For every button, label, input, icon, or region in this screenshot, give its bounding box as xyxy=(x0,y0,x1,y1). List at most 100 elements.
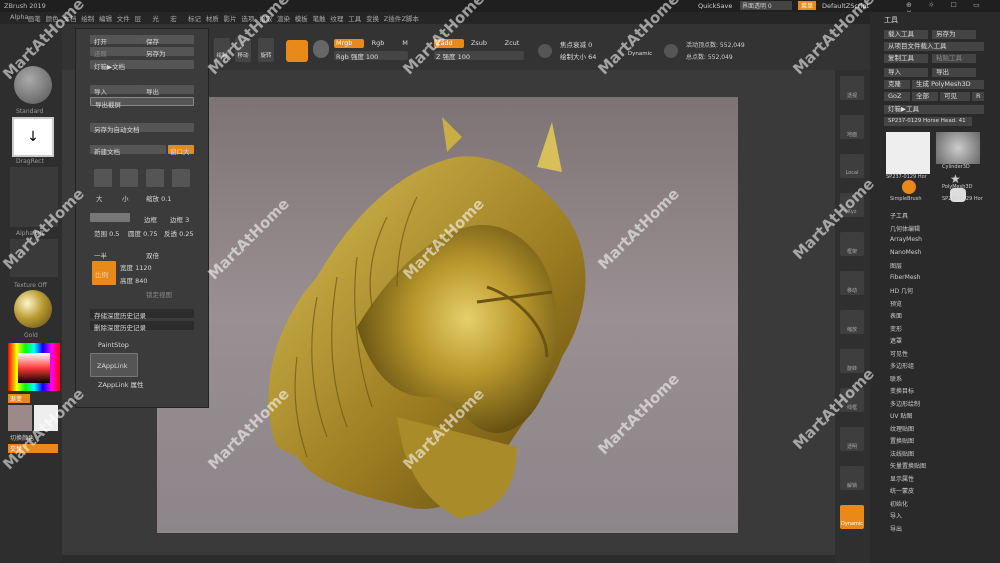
shelf-button[interactable]: Dynamic xyxy=(840,505,864,529)
big-button[interactable]: 大 xyxy=(96,193,103,203)
menu-item[interactable]: 光 xyxy=(152,13,159,23)
m-button[interactable]: M xyxy=(399,39,411,48)
save-as-auto-button[interactable]: 另存为自动文档 xyxy=(90,123,194,134)
gradient-button[interactable]: 渐变 xyxy=(8,394,30,403)
switch-color-button[interactable]: 切换颜色 xyxy=(10,433,34,442)
shelf-button[interactable]: 线框 xyxy=(840,388,864,412)
range-slider[interactable]: 范围 0.5 xyxy=(94,228,119,238)
tool-section-item[interactable]: HD 几何 xyxy=(890,286,913,295)
menu-item[interactable]: 模板 xyxy=(295,13,308,23)
tool-section-item[interactable]: ArrayMesh xyxy=(890,236,922,243)
export-screen-button[interactable]: 导出截屏 xyxy=(90,97,194,109)
delete-depth-history-button[interactable]: 删除深度历史记录 xyxy=(90,321,194,332)
half-button[interactable]: 一半 xyxy=(94,250,107,260)
gold-material-icon[interactable] xyxy=(14,290,52,328)
zcut-button[interactable]: Zcut xyxy=(500,39,524,48)
border-slider[interactable]: 边框 3 xyxy=(170,214,189,224)
contrast-label[interactable]: 边框 xyxy=(144,214,157,224)
lock-view-button[interactable]: 锁定视图 xyxy=(146,289,172,299)
make-polymesh-button[interactable]: 生成 PolyMesh3D xyxy=(912,80,984,89)
lightbox-tool-button[interactable]: 灯箱▶工具 xyxy=(884,105,984,114)
zadd-button[interactable]: Zadd xyxy=(434,39,464,48)
export-tool-button[interactable]: 导出 xyxy=(932,68,976,77)
double-button[interactable]: 双倍 xyxy=(146,250,159,260)
material-sphere-icon[interactable] xyxy=(286,40,308,62)
secondary-color-swatch[interactable] xyxy=(34,405,58,431)
subtool-thumb-horse[interactable] xyxy=(886,132,930,174)
focal-shift-slider[interactable]: 焦点衰减 0 xyxy=(558,39,618,49)
zoom-icon[interactable] xyxy=(146,169,164,187)
tool-section-item[interactable]: 法线贴图 xyxy=(890,449,914,458)
script-name[interactable]: DefaultZScript xyxy=(822,2,869,10)
menu-item[interactable]: 文件 xyxy=(117,13,130,23)
shelf-button[interactable]: 框架 xyxy=(840,232,864,256)
document-canvas[interactable] xyxy=(157,97,738,533)
save-tool-as-button[interactable]: 另存为 xyxy=(932,30,976,39)
small-button[interactable]: 小 xyxy=(122,193,129,203)
zoom-slider[interactable]: 缩放 0.1 xyxy=(146,193,171,203)
menu-item[interactable]: Z脚本 xyxy=(402,13,419,23)
shelf-button[interactable]: Xyz xyxy=(840,193,864,217)
standard-brush-icon[interactable] xyxy=(14,66,52,104)
z-intensity-slider[interactable]: Z 强度 100 xyxy=(434,51,524,61)
menu-item[interactable]: 编辑 xyxy=(99,13,112,23)
menu-item[interactable]: 选项 xyxy=(241,13,254,23)
menu-item[interactable]: 渲染 xyxy=(277,13,290,23)
tool-section-item[interactable]: 矢量置换贴图 xyxy=(890,461,926,470)
rotate-button[interactable]: 旋转 xyxy=(258,38,274,62)
paste-tool-button[interactable]: 粘贴工具 xyxy=(932,54,976,63)
roundness-slider[interactable]: 圆度 0.75 xyxy=(128,228,158,238)
window-size-button[interactable]: 窗口大 xyxy=(168,145,194,156)
menu-item[interactable]: 宏 xyxy=(170,13,177,23)
mrgb-button[interactable]: Mrgb xyxy=(334,39,364,48)
menu-item[interactable]: 标记 xyxy=(188,13,201,23)
tool-section-item[interactable]: 遮罩 xyxy=(890,336,902,345)
proportion-button[interactable]: 比例 xyxy=(92,261,116,285)
rgb-intensity-slider[interactable]: Rgb 强度 100 xyxy=(334,51,408,61)
menu-item[interactable]: 工具 xyxy=(348,13,361,23)
rgb-button[interactable]: Rgb xyxy=(366,39,390,48)
simplebrush-icon[interactable] xyxy=(902,180,916,194)
menu-item[interactable]: 拾取 xyxy=(259,13,272,23)
tool-section-item[interactable]: 置换贴图 xyxy=(890,436,914,445)
tool-section-item[interactable]: 纹理贴图 xyxy=(890,424,914,433)
load-from-project-button[interactable]: 从项目文件载入工具 xyxy=(884,42,984,51)
gyro-icon[interactable] xyxy=(313,40,329,58)
tool-section-item[interactable]: 表面 xyxy=(890,311,902,320)
tool-section-item[interactable]: 子工具 xyxy=(890,211,908,220)
shelf-button[interactable]: 移动 xyxy=(840,271,864,295)
zapplink-button[interactable]: ZAppLink xyxy=(90,353,138,377)
menu-item[interactable]: 层 xyxy=(135,13,142,23)
menu-item[interactable]: 画笔 xyxy=(28,13,41,23)
menu-item[interactable]: Alpha xyxy=(10,13,28,21)
tool-section-item[interactable]: NanoMesh xyxy=(890,249,921,256)
import-button[interactable]: 导入 xyxy=(90,85,142,96)
clone-tool-button[interactable]: 克隆 xyxy=(884,80,910,89)
menu-item[interactable]: 材质 xyxy=(206,13,219,23)
zsub-button[interactable]: Zsub xyxy=(467,39,491,48)
r-button[interactable]: R xyxy=(972,92,984,101)
shelf-button[interactable]: 解锁 xyxy=(840,466,864,490)
current-tool-slider[interactable]: SP237-0129 Horse Head. 41 xyxy=(884,117,972,126)
tool-section-item[interactable]: 可见性 xyxy=(890,349,908,358)
menu-item[interactable]: 文档 xyxy=(63,13,76,23)
goz-button[interactable]: GoZ xyxy=(884,92,910,101)
tool-section-item[interactable]: 预览 xyxy=(890,299,902,308)
subtool-thumb-cylinder[interactable] xyxy=(936,132,980,164)
export-button[interactable]: 导出 xyxy=(142,85,194,96)
tool-section-item[interactable]: 初始化 xyxy=(890,499,908,508)
shelf-button[interactable]: 透明 xyxy=(840,427,864,451)
menu-button[interactable]: 菜单 xyxy=(798,1,816,10)
menu-item[interactable]: 笔触 xyxy=(313,13,326,23)
texture-slot[interactable] xyxy=(10,239,58,277)
all-button[interactable]: 全部 xyxy=(912,92,938,101)
menu-item[interactable]: 颜色 xyxy=(46,13,59,23)
save-as-button[interactable]: 另存为 xyxy=(142,47,194,58)
shelf-button[interactable]: 地面 xyxy=(840,115,864,139)
tool-section-item[interactable]: 图层 xyxy=(890,261,902,270)
tool-section-item[interactable]: 联系 xyxy=(890,374,902,383)
save-button[interactable]: 保存 xyxy=(142,35,194,46)
shelf-button[interactable]: 缩放 xyxy=(840,310,864,334)
tool-section-item[interactable]: 变换目标 xyxy=(890,386,914,395)
tool-section-item[interactable]: 统一蒙皮 xyxy=(890,486,914,495)
